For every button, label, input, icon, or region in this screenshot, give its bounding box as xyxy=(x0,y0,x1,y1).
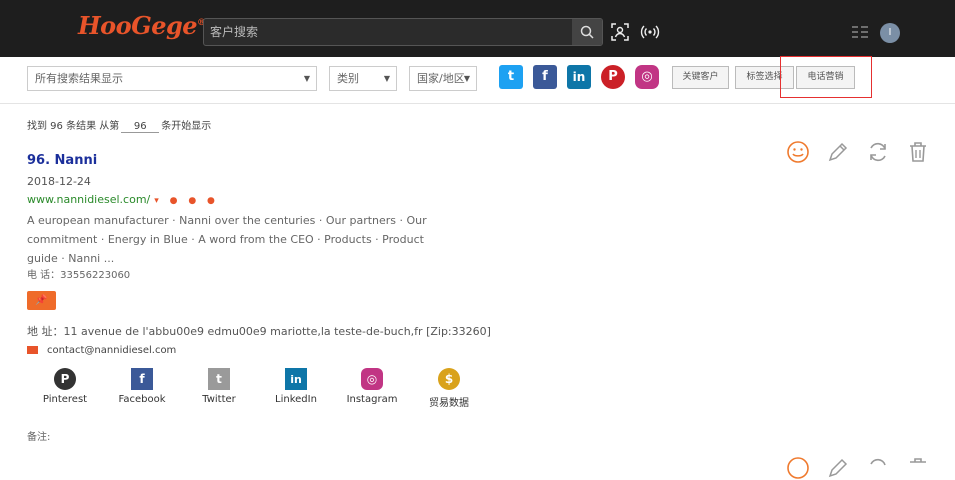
linkedin-icon[interactable]: in xyxy=(567,65,591,89)
result-description: A european manufacturer · Nanni over the… xyxy=(27,214,427,265)
social-link-trade-data[interactable]: $ 贸易数据 xyxy=(414,368,484,409)
signal-icon[interactable] xyxy=(640,22,660,42)
pin-button[interactable]: 📌 xyxy=(27,291,56,310)
result-date: 2018-12-24 xyxy=(27,175,91,188)
highlight-box xyxy=(780,56,872,98)
type-select[interactable]: 类别 ▼ xyxy=(329,66,397,91)
search-input[interactable] xyxy=(204,19,572,45)
smile-icon[interactable] xyxy=(786,140,810,164)
avatar[interactable]: I xyxy=(880,23,900,43)
refresh-icon[interactable] xyxy=(866,456,890,480)
chevron-down-icon: ▼ xyxy=(383,74,390,83)
result-email[interactable]: contact@nannidiesel.com xyxy=(27,345,176,356)
linkedin-icon: in xyxy=(285,368,307,390)
edit-icon[interactable] xyxy=(826,456,850,480)
social-link-instagram[interactable]: ◎ Instagram xyxy=(337,368,407,405)
face-scan-icon[interactable] xyxy=(610,22,630,42)
instagram-icon: ◎ xyxy=(361,368,383,390)
social-link-facebook[interactable]: f Facebook xyxy=(107,368,177,405)
facebook-icon: f xyxy=(131,368,153,390)
mail-icon xyxy=(27,346,38,354)
chevron-down-icon: ▼ xyxy=(463,74,470,83)
top-bar: HooGege® I xyxy=(0,0,955,57)
scope-select[interactable]: 所有搜索结果显示 ▼ xyxy=(27,66,317,91)
key-customer-button[interactable]: 关键客户 xyxy=(672,66,729,89)
instagram-icon[interactable]: ◎ xyxy=(635,65,659,89)
trade-data-icon: $ xyxy=(438,368,460,390)
twitter-icon[interactable]: t xyxy=(499,65,523,89)
menu-list-icon[interactable] xyxy=(850,22,870,42)
smile-icon[interactable] xyxy=(786,456,810,480)
search-button[interactable] xyxy=(572,19,602,45)
result-remark: 备注: xyxy=(27,432,51,443)
start-index-input[interactable]: 96 xyxy=(121,121,160,133)
result-title[interactable]: 96. Nanni xyxy=(27,153,97,168)
edit-icon[interactable] xyxy=(826,140,850,164)
facebook-icon[interactable]: f xyxy=(533,65,557,89)
pinterest-icon[interactable]: P xyxy=(601,65,625,89)
social-link-linkedin[interactable]: in LinkedIn xyxy=(261,368,331,405)
logo[interactable]: HooGege® xyxy=(78,11,206,40)
search-box xyxy=(203,18,603,46)
trash-icon[interactable] xyxy=(906,140,930,164)
refresh-icon[interactable] xyxy=(866,140,890,164)
search-icon xyxy=(580,25,594,39)
social-link-twitter[interactable]: t Twitter xyxy=(184,368,254,405)
social-link-pinterest[interactable]: P Pinterest xyxy=(30,368,100,405)
chevron-down-icon: ▼ xyxy=(303,74,310,83)
result-url[interactable]: www.nannidiesel.com/▾ ● ● ● xyxy=(27,193,219,206)
country-select[interactable]: 国家/地区 ▼ xyxy=(409,66,477,91)
result-address: 地 址：11 avenue de l'abbu00e9 edmu00e9 mar… xyxy=(27,325,491,338)
pinterest-icon: P xyxy=(54,368,76,390)
results-count: 找到 96 条结果 从第 96 条开始显示 xyxy=(27,121,212,133)
trash-icon[interactable] xyxy=(906,456,930,480)
pin-icon: 📌 xyxy=(35,295,48,306)
url-more-icon[interactable]: ▾ ● ● ● xyxy=(154,196,219,206)
result-phone: 电 话：33556223060 xyxy=(27,270,131,281)
twitter-icon: t xyxy=(208,368,230,390)
